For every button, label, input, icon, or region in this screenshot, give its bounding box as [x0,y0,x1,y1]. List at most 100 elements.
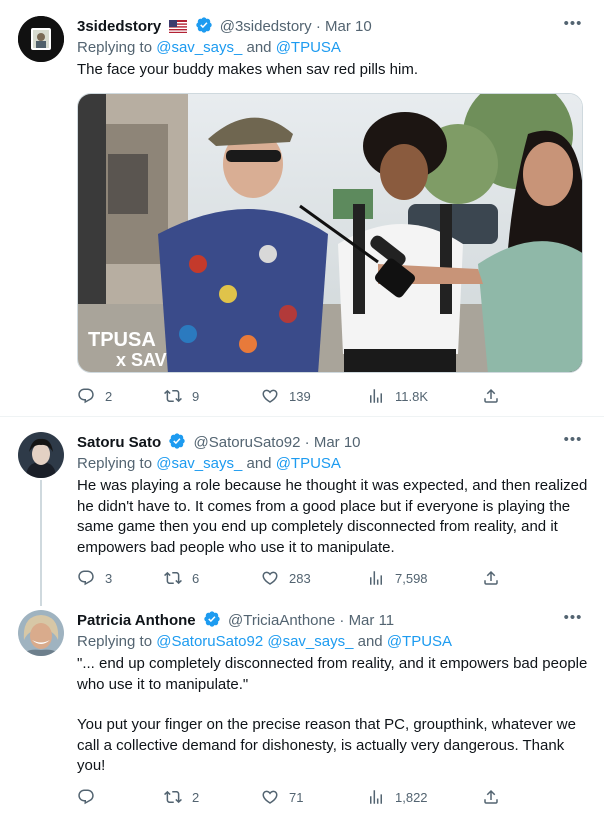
like-button[interactable]: 139 [261,386,311,406]
views-button[interactable]: 1,822 [367,787,428,807]
analytics-icon [367,569,385,587]
mention-link[interactable]: @sav_says_ [263,633,353,650]
timestamp[interactable]: Mar 10 [314,434,361,451]
retweet-icon [164,788,182,806]
handle[interactable]: @3sidedstory [220,18,312,35]
reply-button[interactable]: 2 [77,386,112,406]
mention-link[interactable]: @TPUSA [276,39,341,56]
views-count: 1,822 [395,789,428,805]
heart-icon [261,788,279,806]
more-options-icon[interactable]: ••• [562,14,584,34]
like-count: 71 [289,789,304,805]
media-image: TPUSA x SAV [78,94,582,372]
tweet-header: Satoru Sato @SatoruSato92 · Mar 10 ••• [77,430,590,452]
and-label: and [242,455,276,472]
svg-text:x SAV: x SAV [116,350,167,370]
avatar[interactable] [18,610,64,656]
tweet-media-video[interactable]: TPUSA x SAV [77,93,583,373]
handle[interactable]: @SatoruSato92 [194,434,301,451]
tweet-actions: 2 71 1,822 [77,787,517,807]
replying-to-label: Replying to [77,39,157,56]
tweet-text: "... end up completely disconnected from… [77,654,590,777]
analytics-icon [367,788,385,806]
like-count: 139 [289,388,311,404]
separator-dot: · [311,18,325,35]
avatar-image [18,16,64,62]
handle[interactable]: @TriciaAnthone [228,612,335,629]
tweet-actions: 2 9 139 11.8K [77,386,517,406]
tweet-header: Patricia Anthone @TriciaAnthone · Mar 11… [77,608,590,630]
replying-to: Replying to @sav_says_ and @TPUSA [77,38,590,58]
analytics-icon [367,387,385,405]
mention-link[interactable]: @TPUSA [387,633,452,650]
retweet-count: 6 [192,570,200,586]
share-button[interactable] [482,568,500,588]
avatar-image [18,432,64,478]
retweet-count: 2 [192,789,200,805]
views-count: 11.8K [395,388,429,404]
verified-badge-icon [168,432,186,450]
share-icon [482,387,500,405]
like-button[interactable]: 283 [261,568,311,588]
like-count: 283 [289,570,311,586]
heart-icon [261,387,279,405]
tweet-paragraph: You put your finger on the precise reaso… [77,716,576,774]
replying-to-label: Replying to [77,455,157,472]
reply-button[interactable] [77,787,105,807]
tweet-header: 3sidedstory @3sidedstory · Mar 10 ••• [77,14,590,36]
retweet-count: 9 [192,388,200,404]
mention-link[interactable]: @TPUSA [276,455,341,472]
tweet-quote-paragraph: "... end up completely disconnected from… [77,655,588,693]
verified-badge-icon [195,16,213,34]
mention-link[interactable]: @SatoruSato92 [156,633,263,650]
replying-to: Replying to @SatoruSato92 @sav_says_ and… [77,632,590,652]
share-icon [482,569,500,587]
views-button[interactable]: 11.8K [367,386,428,406]
retweet-button[interactable]: 6 [164,568,199,588]
views-button[interactable]: 7,598 [367,568,428,588]
separator-dot: · [335,612,349,629]
tweet-text: The face your buddy makes when sav red p… [77,61,418,78]
us-flag-icon [169,20,188,33]
timestamp[interactable]: Mar 11 [349,612,395,629]
verified-badge-icon [203,610,221,628]
reply-count: 3 [105,570,113,586]
avatar[interactable] [18,16,64,62]
avatar-image [18,610,64,656]
reply-button[interactable]: 3 [77,568,112,588]
more-options-icon[interactable]: ••• [562,608,584,628]
tweet-3[interactable]: Patricia Anthone @TriciaAnthone · Mar 11… [0,594,604,817]
heart-icon [261,569,279,587]
more-options-icon[interactable]: ••• [562,430,584,450]
views-count: 7,598 [395,570,428,586]
retweet-icon [164,387,182,405]
reply-count: 2 [105,388,113,404]
tweet-2[interactable]: Satoru Sato @SatoruSato92 · Mar 10 ••• R… [0,416,604,606]
reply-icon [77,569,95,587]
replying-to: Replying to @sav_says_ and @TPUSA [77,454,590,474]
and-label: and [353,633,387,650]
tweet-text: He was playing a role because he thought… [77,477,588,556]
reply-icon [77,788,95,806]
avatar[interactable] [18,432,64,478]
share-button[interactable] [482,787,500,807]
mention-link[interactable]: @sav_says_ [156,39,242,56]
separator-dot: · [300,434,314,451]
svg-text:TPUSA: TPUSA [88,329,156,351]
timestamp[interactable]: Mar 10 [325,18,372,35]
retweet-button[interactable]: 2 [164,787,199,807]
tweet-1[interactable]: 3sidedstory @3sidedstory · Mar 10 ••• Re… [0,0,604,415]
tweet-actions: 3 6 283 7,598 [77,568,517,588]
and-label: and [242,39,276,56]
retweet-button[interactable]: 9 [164,386,199,406]
share-icon [482,788,500,806]
retweet-icon [164,569,182,587]
display-name[interactable]: Satoru Sato [77,434,161,451]
display-name[interactable]: Patricia Anthone [77,612,196,629]
reply-icon [77,387,95,405]
replying-to-label: Replying to [77,633,157,650]
mention-link[interactable]: @sav_says_ [156,455,242,472]
display-name[interactable]: 3sidedstory [77,18,161,35]
like-button[interactable]: 71 [261,787,303,807]
share-button[interactable] [482,386,500,406]
